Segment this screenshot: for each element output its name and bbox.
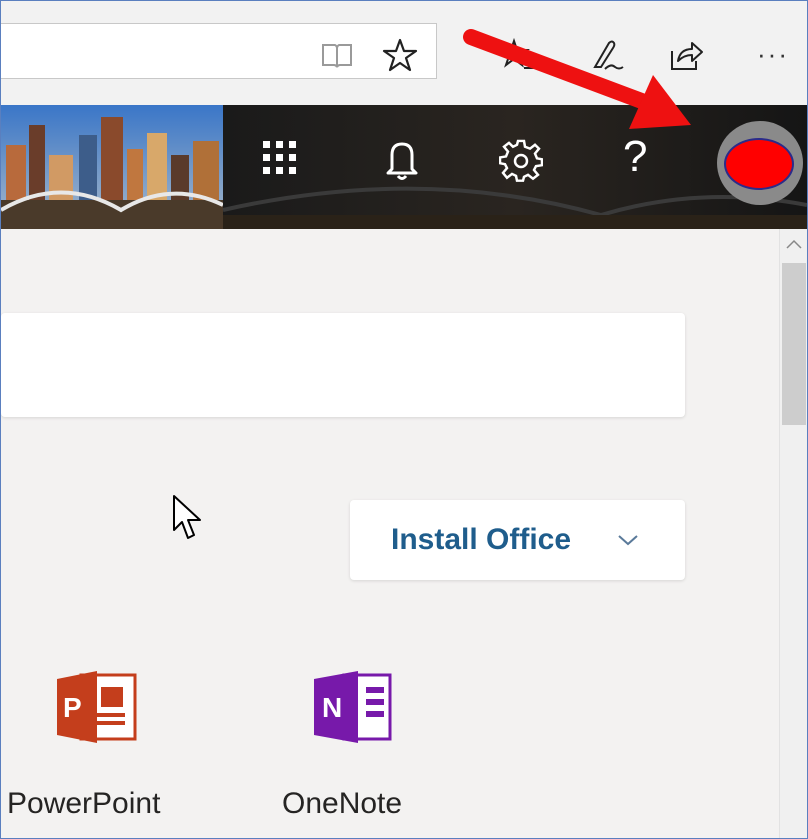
- search-card[interactable]: [1, 313, 685, 417]
- install-office-label: Install Office: [391, 523, 572, 556]
- scroll-up-icon[interactable]: [785, 237, 803, 251]
- onenote-icon[interactable]: N: [310, 669, 394, 745]
- chevron-down-icon[interactable]: [616, 528, 640, 552]
- share-icon[interactable]: [668, 37, 704, 73]
- reading-view-icon[interactable]: [319, 37, 355, 73]
- scrollbar-thumb[interactable]: [782, 263, 806, 425]
- powerpoint-letter: P: [63, 692, 82, 723]
- more-options-button[interactable]: ···: [757, 39, 797, 69]
- app-label-onenote[interactable]: OneNote: [282, 787, 402, 821]
- app-launcher-icon[interactable]: [261, 139, 299, 177]
- bell-icon[interactable]: [384, 139, 420, 181]
- favorite-star-icon[interactable]: [382, 37, 418, 73]
- screenshot-frame: ··· ? Install Office P PowerPoint N OneN…: [0, 0, 808, 839]
- mouse-cursor-icon: [173, 495, 201, 539]
- app-label-powerpoint[interactable]: PowerPoint: [7, 787, 160, 821]
- pen-icon[interactable]: [589, 37, 625, 73]
- gear-icon[interactable]: [499, 139, 543, 183]
- powerpoint-icon[interactable]: P: [53, 669, 137, 745]
- address-bar[interactable]: [1, 23, 437, 79]
- favorites-icon[interactable]: [500, 37, 536, 73]
- avatar[interactable]: [724, 138, 794, 190]
- onenote-letter: N: [322, 692, 342, 723]
- help-icon[interactable]: ?: [623, 133, 647, 181]
